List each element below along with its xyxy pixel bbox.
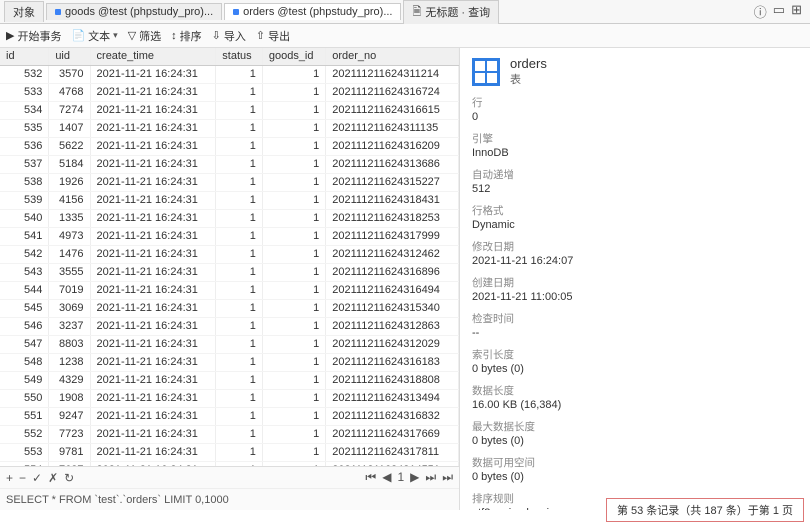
autoinc-value: 512 xyxy=(472,183,798,195)
table-row[interactable]: 54788032021-11-21 16:24:3111202111211624… xyxy=(0,336,459,354)
table-row[interactable]: 53941562021-11-21 16:24:3111202111211624… xyxy=(0,192,459,210)
window-icon[interactable]: ▭ xyxy=(773,2,785,21)
column-id[interactable]: id xyxy=(0,48,49,66)
maxlen-label: 最大数据长度 xyxy=(472,419,798,434)
table-row[interactable]: 54470192021-11-21 16:24:3111202111211624… xyxy=(0,282,459,300)
table-icon xyxy=(55,9,61,15)
panel-subtitle: 表 xyxy=(510,71,547,87)
engine-value: InnoDB xyxy=(472,147,798,159)
table-row[interactable]: 54335552021-11-21 16:24:3111202111211624… xyxy=(0,264,459,282)
delete-row-button[interactable]: − xyxy=(19,471,26,485)
datalen-label: 数据长度 xyxy=(472,383,798,398)
table-row[interactable]: 54632372021-11-21 16:24:3111202111211624… xyxy=(0,318,459,336)
prev-page-button[interactable]: ◀ xyxy=(382,470,391,485)
refresh-button[interactable]: ↻ xyxy=(64,471,74,485)
cancel-button[interactable]: ✗ xyxy=(48,471,58,485)
info-icon[interactable]: ⓘ xyxy=(754,2,767,21)
tab-orders[interactable]: orders @test (phpstudy_pro)... xyxy=(224,3,401,20)
table-row[interactable]: 55019082021-11-21 16:24:3111202111211624… xyxy=(0,390,459,408)
column-create_time[interactable]: create_time xyxy=(90,48,216,66)
table-row[interactable]: 54530692021-11-21 16:24:3111202111211624… xyxy=(0,300,459,318)
table-row[interactable]: 53656222021-11-21 16:24:3111202111211624… xyxy=(0,138,459,156)
modified-value: 2021-11-21 16:24:07 xyxy=(472,255,798,267)
sort-button[interactable]: ↕ 排序 xyxy=(171,28,202,44)
autoinc-label: 自动递增 xyxy=(472,167,798,182)
export-button[interactable]: ⇧ 导出 xyxy=(256,28,290,44)
table-row[interactable]: 54013352021-11-21 16:24:3111202111211624… xyxy=(0,210,459,228)
datalen-value: 16.00 KB (16,384) xyxy=(472,399,798,411)
table-large-icon xyxy=(472,58,500,86)
table-row[interactable]: 55476372021-11-21 16:24:3111202111211624… xyxy=(0,462,459,467)
rows-value: 0 xyxy=(472,111,798,123)
panel-title: orders xyxy=(510,56,547,71)
indexlen-value: 0 bytes (0) xyxy=(472,363,798,375)
table-row[interactable]: 53235702021-11-21 16:24:3111202111211624… xyxy=(0,66,459,84)
rows-label: 行 xyxy=(472,95,798,110)
page-number: 1 xyxy=(397,470,404,485)
table-row[interactable]: 55192472021-11-21 16:24:3111202111211624… xyxy=(0,408,459,426)
import-button[interactable]: ⇩ 导入 xyxy=(212,28,246,44)
grid-icon[interactable]: ⊞ xyxy=(791,2,802,21)
table-row[interactable]: 53514072021-11-21 16:24:3111202111211624… xyxy=(0,120,459,138)
column-goods_id[interactable]: goods_id xyxy=(262,48,325,66)
record-summary: 第 53 条记录（共 187 条）于第 1 页 xyxy=(606,498,804,522)
info-panel: orders 表 行0 引擎InnoDB 自动递增512 行格式Dynamic … xyxy=(460,48,810,510)
apply-button[interactable]: ✓ xyxy=(32,471,42,485)
filter-button[interactable]: ▽ 筛选 xyxy=(128,28,161,44)
query-icon: 🗎 xyxy=(412,3,421,22)
tab-query[interactable]: 🗎无标题 · 查询 xyxy=(403,0,499,24)
status-bar: + − ✓ ✗ ↻ ⏮ ◀ 1 ▶ ⏭ ⏭ xyxy=(0,466,459,488)
column-order_no[interactable]: order_no xyxy=(326,48,459,66)
indexlen-label: 索引长度 xyxy=(472,347,798,362)
top-right-icons: ⓘ ▭ ⊞ xyxy=(754,2,802,21)
first-page-button[interactable]: ⏮ xyxy=(365,470,376,485)
tab-goods[interactable]: goods @test (phpstudy_pro)... xyxy=(46,3,222,20)
tab-objects[interactable]: 对象 xyxy=(4,1,44,22)
table-row[interactable]: 54812382021-11-21 16:24:3111202111211624… xyxy=(0,354,459,372)
maxlen-value: 0 bytes (0) xyxy=(472,435,798,447)
table-row[interactable]: 55277232021-11-21 16:24:3111202111211624… xyxy=(0,426,459,444)
begin-transaction-button[interactable]: ▶ 开始事务 xyxy=(6,28,61,44)
modified-label: 修改日期 xyxy=(472,239,798,254)
engine-label: 引擎 xyxy=(472,131,798,146)
table-row[interactable]: 54214762021-11-21 16:24:3111202111211624… xyxy=(0,246,459,264)
rowfmt-value: Dynamic xyxy=(472,219,798,231)
table-row[interactable]: 53819262021-11-21 16:24:3111202111211624… xyxy=(0,174,459,192)
rowfmt-label: 行格式 xyxy=(472,203,798,218)
column-status[interactable]: status xyxy=(216,48,263,66)
tab-bar: 对象 goods @test (phpstudy_pro)... orders … xyxy=(0,0,810,24)
table-row[interactable]: 54943292021-11-21 16:24:3111202111211624… xyxy=(0,372,459,390)
table-row[interactable]: 55397812021-11-21 16:24:3111202111211624… xyxy=(0,444,459,462)
table-row[interactable]: 54149732021-11-21 16:24:3111202111211624… xyxy=(0,228,459,246)
table-row[interactable]: 53751842021-11-21 16:24:3111202111211624… xyxy=(0,156,459,174)
data-grid[interactable]: iduidcreate_timestatusgoods_idorder_no 5… xyxy=(0,48,459,466)
table-icon xyxy=(233,9,239,15)
end-page-button[interactable]: ⏭ xyxy=(442,470,453,485)
sql-text: SELECT * FROM `test`.`orders` LIMIT 0,10… xyxy=(6,494,229,506)
add-row-button[interactable]: + xyxy=(6,471,13,485)
next-page-button[interactable]: ▶ xyxy=(410,470,419,485)
table-row[interactable]: 53472742021-11-21 16:24:3111202111211624… xyxy=(0,102,459,120)
check-label: 检查时间 xyxy=(472,311,798,326)
check-value: -- xyxy=(472,327,798,339)
created-value: 2021-11-21 11:00:05 xyxy=(472,291,798,303)
text-button[interactable]: 📄 文本 ▾ xyxy=(71,28,117,44)
free-value: 0 bytes (0) xyxy=(472,471,798,483)
toolbar: ▶ 开始事务 📄 文本 ▾ ▽ 筛选 ↕ 排序 ⇩ 导入 ⇧ 导出 xyxy=(0,24,810,48)
column-uid[interactable]: uid xyxy=(49,48,90,66)
last-page-button[interactable]: ⏭ xyxy=(425,470,436,485)
free-label: 数据可用空间 xyxy=(472,455,798,470)
table-row[interactable]: 53347682021-11-21 16:24:3111202111211624… xyxy=(0,84,459,102)
created-label: 创建日期 xyxy=(472,275,798,290)
